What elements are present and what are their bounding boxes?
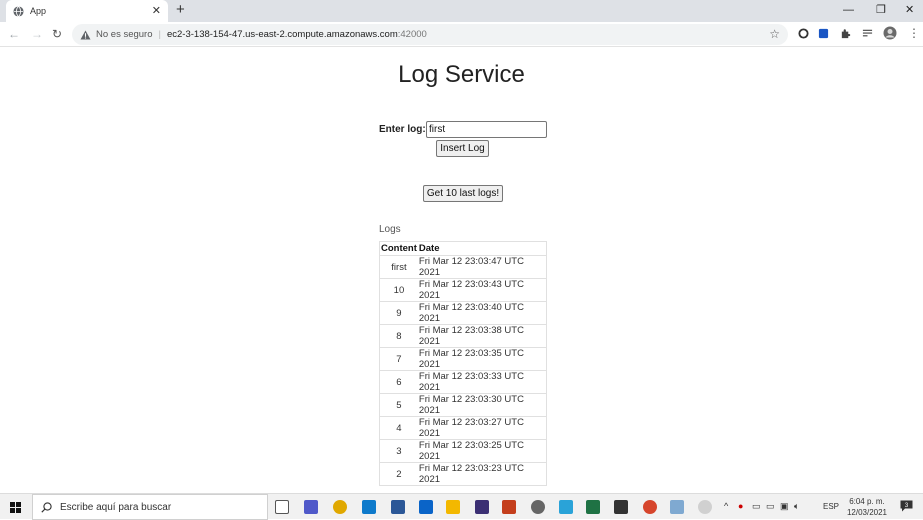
table-row: 5 Fri Mar 12 23:03:30 UTC 2021	[379, 393, 547, 417]
page-content: Log Service Enter log: Insert Log Get 10…	[0, 48, 923, 493]
vscode-icon[interactable]	[362, 500, 376, 514]
browser-toolbar: ← → ↻ No es seguro | ec2-3-138-154-47.us…	[0, 22, 923, 47]
reload-icon[interactable]: ↻	[52, 27, 62, 41]
tab-bar: App ✕ + — ❐ ✕	[0, 0, 923, 22]
menu-kebab-icon[interactable]: ⋮	[908, 26, 920, 40]
globe-icon	[13, 5, 24, 17]
restore-icon[interactable]: ❐	[876, 3, 886, 17]
tab-close-icon[interactable]: ✕	[152, 5, 161, 17]
warning-icon	[80, 29, 91, 40]
page-title: Log Service	[398, 61, 525, 88]
log-content-cell: 8	[379, 324, 418, 348]
log-input[interactable]	[426, 121, 547, 138]
file-explorer-icon[interactable]	[446, 500, 460, 514]
url-port: :42000	[397, 29, 427, 40]
excel-icon[interactable]	[586, 500, 600, 514]
address-bar[interactable]: No es seguro | ec2-3-138-154-47.us-east-…	[72, 24, 788, 45]
log-date-cell: Fri Mar 12 23:03:38 UTC 2021	[417, 324, 547, 348]
log-date-cell: Fri Mar 12 23:03:23 UTC 2021	[417, 462, 547, 486]
powerpoint-icon[interactable]	[502, 500, 516, 514]
log-content-cell: 5	[379, 393, 418, 417]
extensions-puzzle-icon[interactable]	[840, 28, 851, 39]
log-date-cell: Fri Mar 12 23:03:27 UTC 2021	[417, 416, 547, 440]
word-icon[interactable]	[391, 500, 405, 514]
back-icon[interactable]: ←	[8, 27, 20, 41]
close-window-icon[interactable]: ✕	[905, 3, 914, 17]
log-date-cell: Fri Mar 12 23:03:40 UTC 2021	[417, 301, 547, 325]
volume-icon[interactable]: 🔈︎	[794, 501, 799, 512]
table-row: 7 Fri Mar 12 23:03:35 UTC 2021	[379, 347, 547, 371]
insert-log-button[interactable]: Insert Log	[436, 140, 489, 157]
tab-title: App	[30, 6, 47, 16]
log-content-cell: 6	[379, 370, 418, 394]
notepad-icon[interactable]	[670, 500, 684, 514]
column-header-date: Date	[418, 243, 440, 254]
display-icon[interactable]: ▭	[766, 501, 775, 512]
forward-icon[interactable]: →	[31, 27, 43, 41]
extension-circle-icon[interactable]	[798, 28, 809, 39]
log-input-label: Enter log:	[379, 124, 426, 135]
clock-date: 12/03/2021	[846, 508, 887, 517]
log-content-cell: 7	[379, 347, 418, 371]
clock-time: 6:04 p. m.	[849, 497, 885, 506]
table-row: first Fri Mar 12 23:03:47 UTC 2021	[379, 255, 547, 279]
taskbar: Escribe aquí para buscar ^ ● ▭ ▭ ▣ 🔈︎ ES…	[0, 493, 923, 520]
windows-start-icon[interactable]	[10, 502, 21, 513]
table-row: 2 Fri Mar 12 23:03:23 UTC 2021	[379, 462, 547, 486]
browser-tab[interactable]: App ✕	[6, 0, 168, 22]
log-content-cell: 9	[379, 301, 418, 325]
log-date-cell: Fri Mar 12 23:03:25 UTC 2021	[417, 439, 547, 463]
log-content-cell: 4	[379, 416, 418, 440]
table-row: 4 Fri Mar 12 23:03:27 UTC 2021	[379, 416, 547, 440]
logs-table: Content Date first Fri Mar 12 23:03:47 UT…	[379, 241, 548, 486]
table-row: 9 Fri Mar 12 23:03:40 UTC 2021	[379, 301, 547, 325]
language-indicator[interactable]: ESP	[823, 502, 839, 511]
logs-heading: Logs	[379, 224, 401, 235]
log-date-cell: Fri Mar 12 23:03:33 UTC 2021	[417, 370, 547, 394]
task-view-icon[interactable]	[275, 500, 289, 514]
search-placeholder: Escribe aquí para buscar	[60, 501, 172, 513]
notification-icon[interactable]: 3	[900, 500, 913, 512]
extension-blue-icon[interactable]	[818, 28, 829, 39]
github-icon[interactable]	[531, 500, 545, 514]
mail-icon[interactable]	[419, 500, 433, 514]
chrome-icon[interactable]	[333, 500, 347, 514]
taskbar-search-input[interactable]: Escribe aquí para buscar	[32, 494, 268, 520]
table-header-row: Content Date	[380, 242, 547, 256]
table-row: 6 Fri Mar 12 23:03:33 UTC 2021	[379, 370, 547, 394]
new-tab-icon[interactable]: +	[176, 2, 185, 18]
profile-avatar-icon[interactable]	[883, 26, 897, 40]
log-date-cell: Fri Mar 12 23:03:35 UTC 2021	[417, 347, 547, 371]
teams-icon[interactable]	[304, 500, 318, 514]
table-row: 10 Fri Mar 12 23:03:43 UTC 2021	[379, 278, 547, 302]
camera-icon[interactable]: ▣	[780, 501, 789, 512]
tray-chevron-icon[interactable]: ^	[724, 501, 728, 511]
log-content-cell: 3	[379, 439, 418, 463]
column-header-content: Content	[381, 243, 417, 254]
get-logs-button[interactable]: Get 10 last logs!	[423, 185, 503, 202]
log-content-cell: 10	[379, 278, 418, 302]
insecure-label: No es seguro	[96, 29, 153, 40]
log-date-cell: Fri Mar 12 23:03:43 UTC 2021	[417, 278, 547, 302]
url-separator: |	[158, 29, 161, 40]
log-content-cell: 2	[379, 462, 418, 486]
log-content-cell: first	[379, 255, 418, 279]
bookmark-star-icon[interactable]: ☆	[769, 27, 780, 41]
clock[interactable]: 6:04 p. m. 12/03/2021	[847, 496, 887, 518]
table-row: 8 Fri Mar 12 23:03:38 UTC 2021	[379, 324, 547, 348]
chrome-profile-icon[interactable]	[643, 500, 657, 514]
url-host: ec2-3-138-154-47.us-east-2.compute.amazo…	[166, 29, 398, 40]
intellij-icon[interactable]	[475, 500, 489, 514]
antivirus-icon[interactable]: ●	[738, 501, 743, 511]
reading-list-icon[interactable]	[862, 28, 873, 39]
minimize-icon[interactable]: —	[843, 3, 854, 17]
log-date-cell: Fri Mar 12 23:03:47 UTC 2021	[417, 255, 547, 279]
store-icon[interactable]	[614, 500, 628, 514]
paint-icon[interactable]	[559, 500, 573, 514]
snipping-tool-icon[interactable]	[698, 500, 712, 514]
log-date-cell: Fri Mar 12 23:03:30 UTC 2021	[417, 393, 547, 417]
search-icon	[41, 501, 52, 513]
network-icon[interactable]: ▭	[752, 501, 761, 512]
table-row: 3 Fri Mar 12 23:03:25 UTC 2021	[379, 439, 547, 463]
